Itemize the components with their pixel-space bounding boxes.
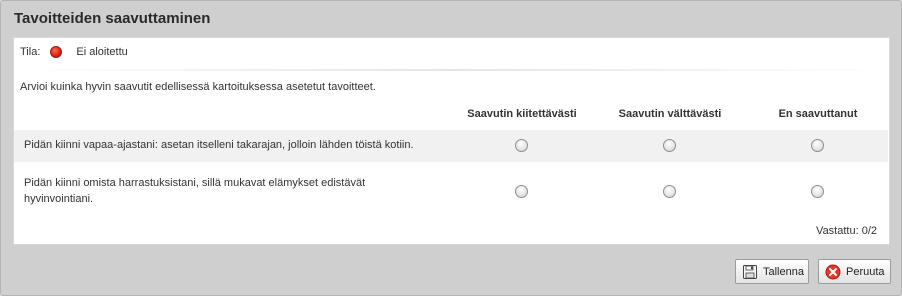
goal-text: Pidän kiinni omista harrastuksistani, si…	[24, 175, 365, 207]
divider	[18, 69, 888, 71]
goal-text-line: Pidän kiinni omista harrastuksistani, si…	[24, 177, 366, 189]
cancel-button[interactable]: Peruuta	[818, 259, 891, 284]
goal-text-line: hyvinvointiani.	[24, 193, 94, 205]
goal-2-radio-excellent[interactable]	[515, 185, 528, 198]
column-header-adequate: Saavutin välttävästi	[618, 108, 722, 120]
goal-text: Pidän kiinni vapaa-ajastani: asetan itse…	[24, 139, 414, 151]
column-header-excellent: Saavutin kiitettävästi	[467, 108, 577, 120]
cancel-button-label: Peruuta	[846, 265, 885, 278]
goal-row: Pidän kiinni omista harrastuksistani, si…	[14, 166, 888, 214]
status-row: Tila: Ei aloitettu	[20, 44, 128, 60]
instruction-text: Arvioi kuinka hyvin saavutit edellisessä…	[20, 81, 376, 93]
save-button[interactable]: Tallenna	[735, 259, 809, 284]
goal-row: Pidän kiinni vapaa-ajastani: asetan itse…	[14, 130, 888, 162]
cancel-x-icon	[825, 264, 841, 280]
save-button-label: Tallenna	[763, 265, 804, 278]
column-header-not-achieved: En saavuttanut	[778, 108, 858, 120]
status-label: Tila:	[20, 46, 41, 58]
goals-dialog: Tavoitteiden saavuttaminen Tila: Ei aloi…	[0, 0, 902, 296]
status-indicator-icon	[50, 46, 63, 58]
status-value: Ei aloitettu	[76, 46, 128, 58]
floppy-disk-icon	[742, 264, 758, 280]
goal-1-radio-excellent[interactable]	[515, 139, 528, 152]
goal-2-radio-adequate[interactable]	[663, 185, 676, 198]
content-panel: Tila: Ei aloitettu Arvioi kuinka hyvin s…	[13, 37, 890, 245]
goal-2-radio-not-achieved[interactable]	[811, 185, 824, 198]
goal-1-radio-adequate[interactable]	[663, 139, 676, 152]
dialog-title: Tavoitteiden saavuttaminen	[14, 10, 211, 27]
answered-count: Vastattu: 0/2	[816, 225, 877, 237]
goal-1-radio-not-achieved[interactable]	[811, 139, 824, 152]
